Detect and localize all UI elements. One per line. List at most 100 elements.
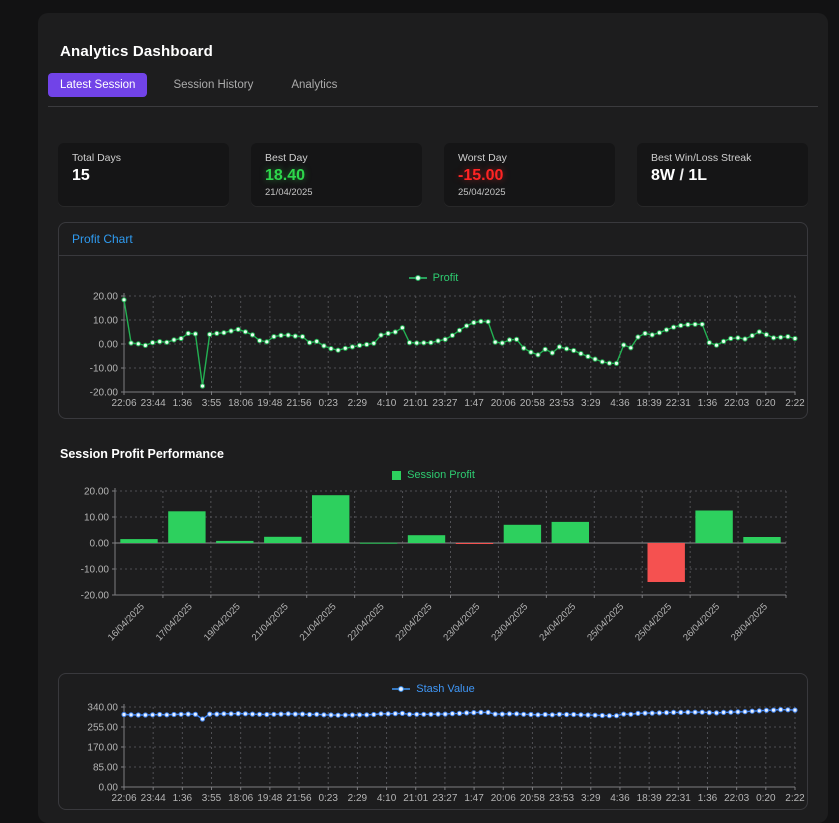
x-tick-label: 19:48	[257, 793, 282, 804]
x-tick-label: 23:44	[141, 793, 166, 804]
bar	[264, 537, 301, 543]
x-tick-label: 22:03	[724, 398, 749, 409]
x-tick-label: 22/04/2025	[394, 601, 435, 643]
x-tick-label: 21:56	[287, 398, 312, 409]
page-title: Analytics Dashboard	[60, 43, 828, 60]
x-tick-label: 4:10	[377, 793, 397, 804]
x-tick-label: 19:48	[257, 398, 282, 409]
x-tick-label: 4:36	[610, 398, 630, 409]
y-tick-label: 85.00	[93, 763, 118, 774]
x-tick-label: 0:23	[318, 398, 338, 409]
stash-chart-card: Stash Value 340.00255.00170.0085.000.002…	[58, 673, 808, 810]
grid	[124, 707, 795, 787]
profit-chart-title: Profit Chart	[59, 223, 807, 256]
x-tick-label: 2:22	[785, 398, 805, 409]
tab-session-history[interactable]: Session History	[161, 73, 265, 97]
x-tick-label: 17/04/2025	[154, 601, 195, 643]
bar	[743, 537, 780, 543]
y-axis-ticks: 20.0010.000.00-10.00-20.00	[81, 487, 115, 602]
x-tick-label: 21:56	[287, 793, 312, 804]
y-tick-label: 20.00	[93, 292, 118, 303]
session-profit-legend-label: Session Profit	[407, 469, 475, 481]
x-tick-label: 0:20	[756, 398, 776, 409]
x-tick-label: 4:10	[377, 398, 397, 409]
x-tick-label: 2:22	[785, 793, 805, 804]
y-tick-label: 340.00	[87, 703, 118, 714]
bar	[312, 495, 349, 543]
x-tick-label: 3:55	[202, 398, 222, 409]
stat-card-win-loss-streak: Best Win/Loss Streak 8W / 1L	[637, 143, 808, 206]
y-tick-label: 0.00	[99, 340, 119, 351]
x-tick-label: 1:36	[173, 793, 193, 804]
x-tick-label: 23/04/2025	[441, 601, 482, 643]
x-tick-label: 21:01	[403, 793, 428, 804]
x-tick-label: 23:27	[432, 398, 457, 409]
stash-legend: Stash Value	[67, 683, 799, 695]
x-tick-label: 26/04/2025	[681, 601, 722, 643]
session-profit-legend: Session Profit	[58, 469, 808, 481]
y-tick-label: 0.00	[90, 539, 110, 550]
stat-value: 8W / 1L	[651, 167, 794, 185]
x-tick-label: 3:29	[581, 793, 601, 804]
bar	[408, 535, 445, 543]
bar	[552, 522, 589, 543]
x-tick-label: 1:47	[464, 793, 484, 804]
dashboard-window: Analytics Dashboard Latest Session Sessi…	[38, 13, 828, 823]
stat-value: 15	[72, 167, 215, 185]
profit-legend-label: Profit	[433, 272, 459, 284]
x-tick-label: 24/04/2025	[537, 601, 578, 643]
bar	[216, 541, 253, 543]
y-tick-label: -20.00	[90, 388, 119, 399]
x-tick-label: 16/04/2025	[106, 601, 147, 643]
streak-separator: /	[675, 167, 688, 184]
x-tick-label: 22:31	[666, 398, 691, 409]
bar	[456, 543, 493, 544]
x-tick-label: 3:55	[202, 793, 222, 804]
axes	[124, 704, 795, 787]
y-tick-label: 10.00	[84, 513, 109, 524]
profit-chart-card: Profit Chart Profit 20.0010.000.00-10.00…	[58, 222, 808, 419]
square-marker-icon	[391, 470, 402, 481]
bar	[360, 543, 397, 544]
x-tick-label: 0:23	[318, 793, 338, 804]
y-tick-label: 170.00	[87, 743, 118, 754]
x-tick-label: 18:39	[637, 793, 662, 804]
x-tick-label: 20:58	[520, 793, 545, 804]
bar	[648, 543, 685, 582]
bar	[168, 511, 205, 543]
x-tick-label: 22/04/2025	[346, 601, 387, 643]
profit-chart-body: Profit 20.0010.000.00-10.00-20.0022:0623…	[59, 256, 807, 418]
stat-date: 25/04/2025	[458, 187, 601, 198]
tab-latest-session[interactable]: Latest Session	[48, 73, 147, 97]
x-axis-labels: 22:0623:441:363:5518:0619:4821:560:232:2…	[111, 398, 805, 409]
x-tick-label: 18:06	[228, 793, 253, 804]
x-axis-labels: 22:06 23:44 1:36 3:55 18:06 19:48 21:56 0:23 2:2…	[111, 793, 805, 804]
x-tick-label: 23:44	[141, 398, 166, 409]
x-tick-label: 20:06	[491, 793, 516, 804]
stat-card-total-days: Total Days 15	[58, 143, 229, 206]
profit-line-chart: 20.0010.000.00-10.00-20.0022:0623:441:36…	[67, 288, 807, 414]
x-tick-label: 22:03	[724, 793, 749, 804]
x-tick-label: 21:01	[403, 398, 428, 409]
x-tick-label: 0:20	[756, 793, 776, 804]
x-tick-label: 23:53	[549, 793, 574, 804]
x-tick-label: 1:36	[698, 793, 718, 804]
stat-value: 18.40	[265, 167, 408, 185]
line-marker-icon	[408, 273, 428, 283]
stat-value: -15.00	[458, 167, 601, 185]
y-tick-label: 0.00	[99, 783, 119, 794]
x-tick-label: 22:06	[111, 793, 136, 804]
session-profit-section: Session Profit Performance Session Profi…	[58, 447, 808, 653]
x-tick-label: 1:47	[464, 398, 484, 409]
stat-card-best-day: Best Day 18.40 21/04/2025	[251, 143, 422, 206]
profit-legend: Profit	[67, 272, 799, 284]
x-tick-label: 3:29	[581, 398, 601, 409]
x-tick-label: 18:06	[228, 398, 253, 409]
axes	[124, 293, 795, 392]
x-tick-label: 21/04/2025	[250, 601, 291, 643]
tab-analytics[interactable]: Analytics	[279, 73, 349, 97]
y-tick-label: 255.00	[87, 723, 118, 734]
x-tick-label: 23:27	[432, 793, 457, 804]
stat-card-worst-day: Worst Day -15.00 25/04/2025	[444, 143, 615, 206]
x-tick-label: 20:06	[491, 398, 516, 409]
